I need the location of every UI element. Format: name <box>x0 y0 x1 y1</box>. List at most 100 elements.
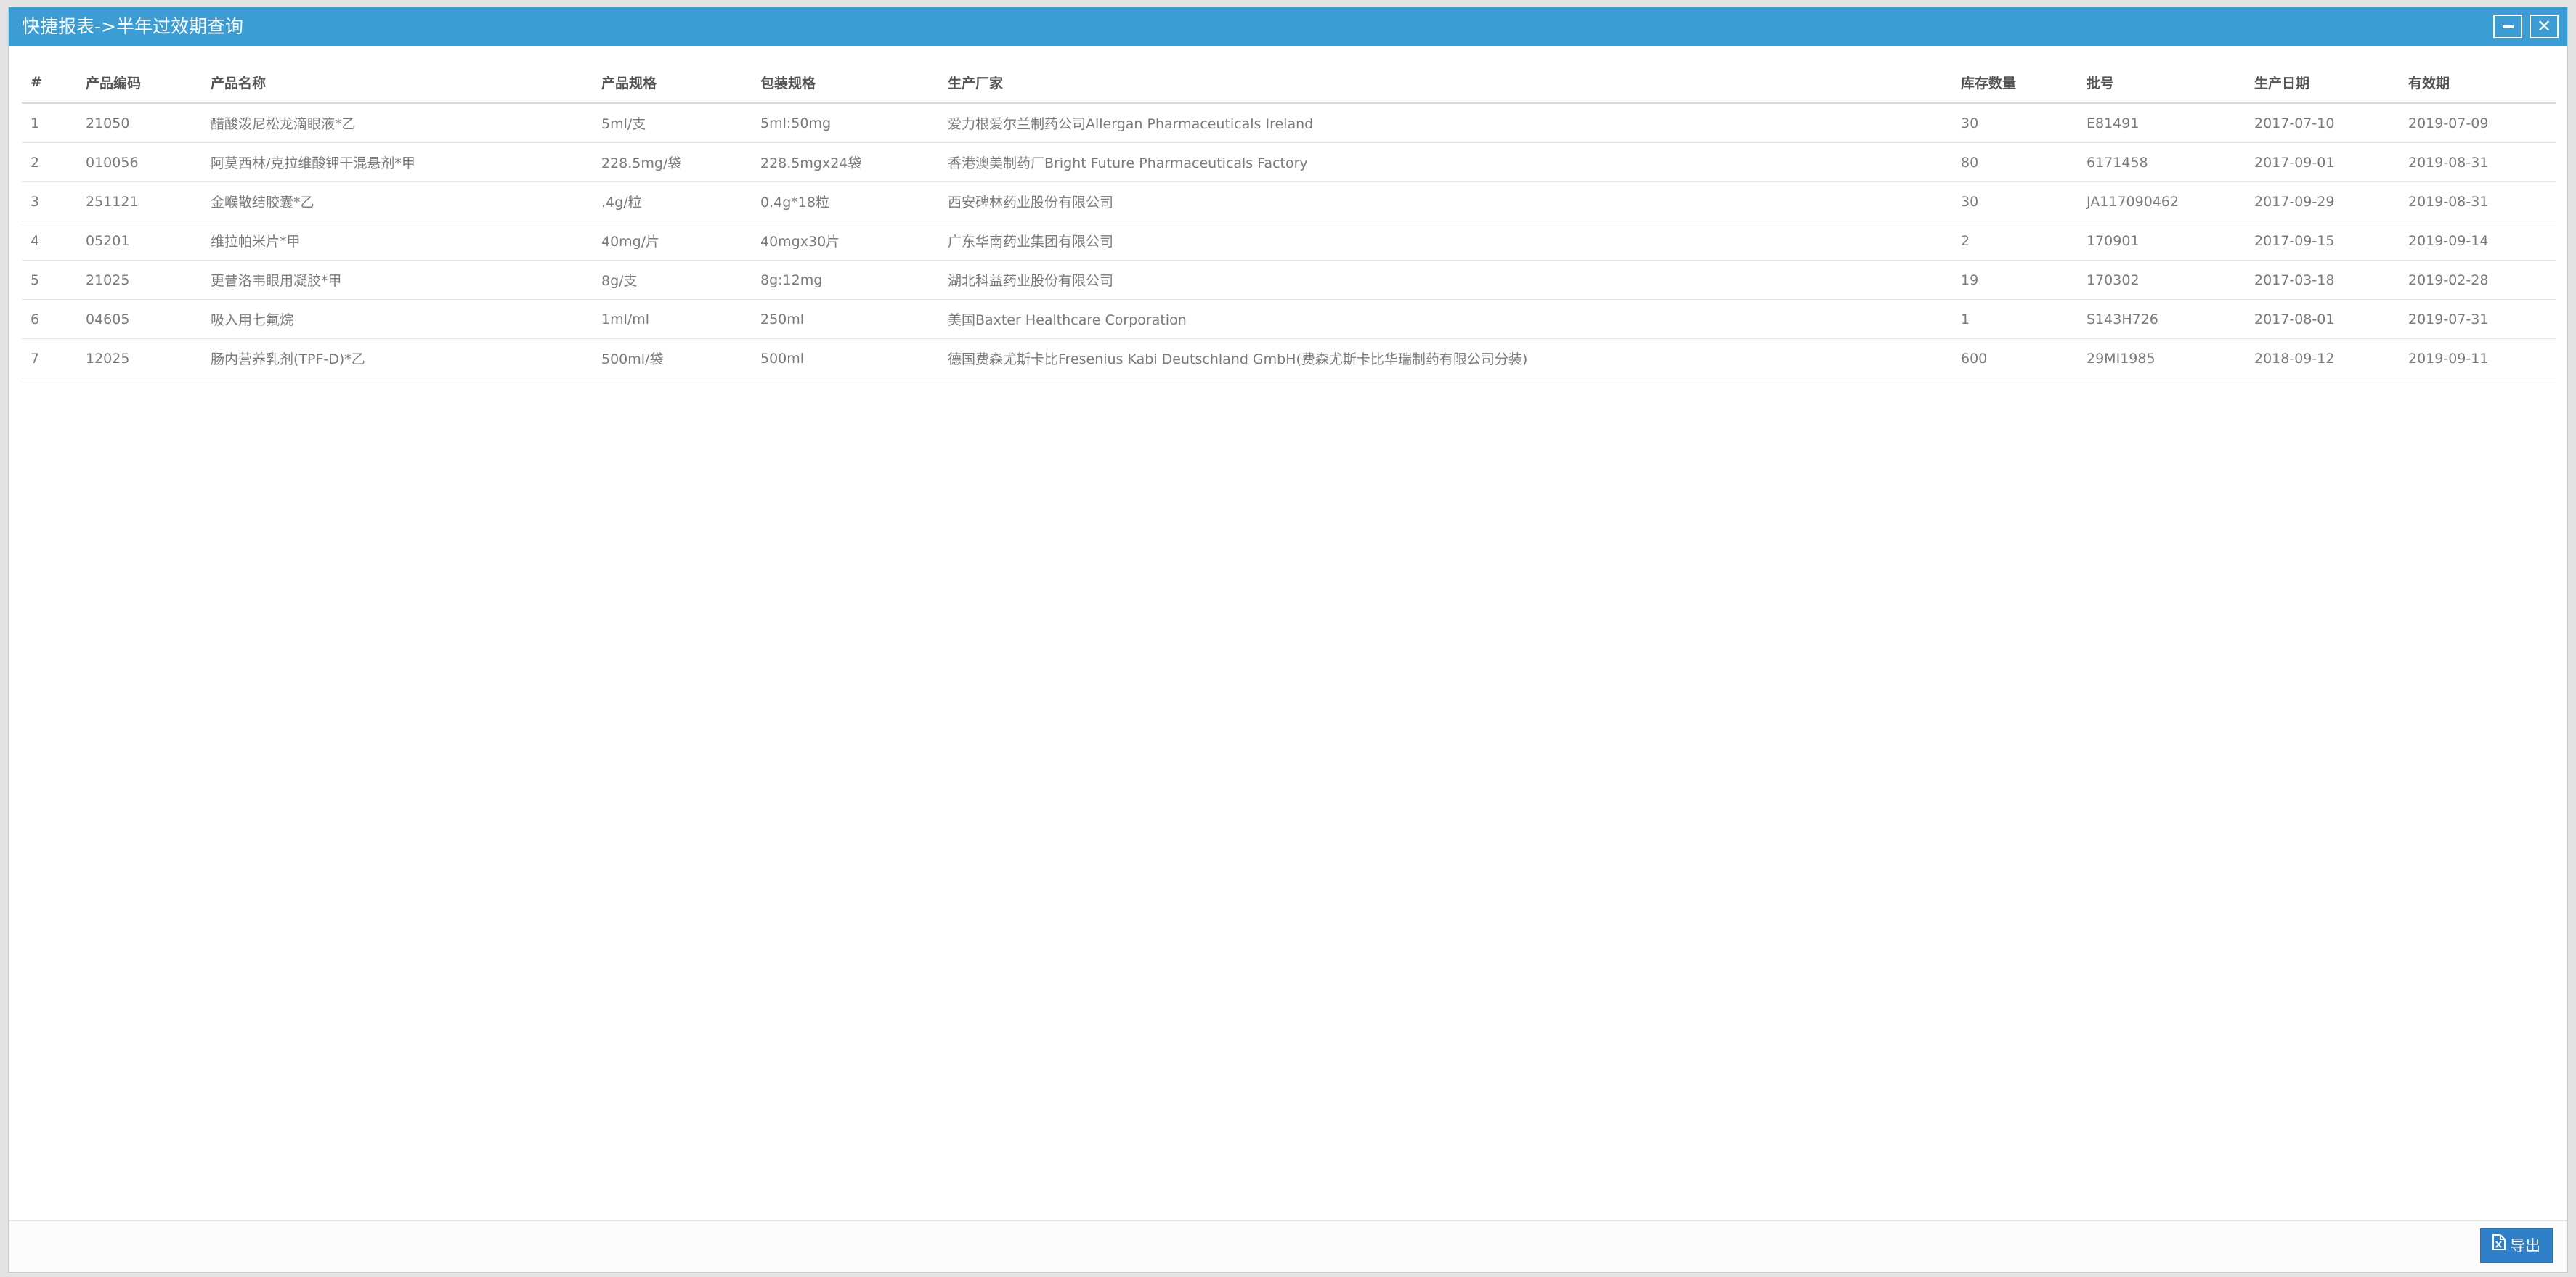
table-cell-batch-no: S143H726 <box>2078 299 2246 339</box>
table-cell-stock-qty: 80 <box>1952 142 2078 182</box>
table-cell-package-spec: 228.5mgx24袋 <box>752 142 939 182</box>
table-cell-product-name: 醋酸泼尼松龙滴眼液*乙 <box>202 102 593 143</box>
table-header-row: # 产品编码 产品名称 产品规格 包装规格 生产厂家 库存数量 批号 生产日期 有效期 <box>22 62 2556 104</box>
table-cell-expiry-date: 2019-09-14 <box>2400 221 2556 261</box>
table-cell-package-spec: 40mgx30片 <box>752 221 939 261</box>
table-cell-product-spec: 5ml/支 <box>593 102 752 143</box>
table-cell-product-code: 12025 <box>77 338 202 378</box>
table-cell-expiry-date: 2019-08-31 <box>2400 181 2556 221</box>
table-cell-expiry-date: 2019-07-31 <box>2400 299 2556 339</box>
table-cell-package-spec: 8g:12mg <box>752 260 939 300</box>
expiry-report-table: # 产品编码 产品名称 产品规格 包装规格 生产厂家 库存数量 批号 生产日期 有效期 1 2105… <box>22 62 2556 378</box>
table-cell-product-name: 更昔洛韦眼用凝胶*甲 <box>202 260 593 300</box>
column-header-product-spec[interactable]: 产品规格 <box>593 62 752 104</box>
table-cell-manufacturer: 湖北科益药业股份有限公司 <box>939 260 1952 300</box>
column-header-batch-no[interactable]: 批号 <box>2078 62 2246 104</box>
table-cell-batch-no: 170302 <box>2078 260 2246 300</box>
table-cell-product-code: 010056 <box>77 142 202 182</box>
table-cell-production-date: 2017-09-15 <box>2246 221 2400 261</box>
table-cell-product-name: 阿莫西林/克拉维酸钾干混悬剂*甲 <box>202 142 593 182</box>
table-cell-package-spec: 500ml <box>752 338 939 378</box>
table-cell-expiry-date: 2019-02-28 <box>2400 260 2556 300</box>
window-title: 快捷报表->半年过效期查询 <box>22 16 243 37</box>
table-cell-expiry-date: 2019-08-31 <box>2400 142 2556 182</box>
table-cell-index: 3 <box>22 181 77 221</box>
table-cell-index: 7 <box>22 338 77 378</box>
table-cell-product-code: 21050 <box>77 102 202 143</box>
table-cell-product-spec: 40mg/片 <box>593 221 752 261</box>
minimize-icon <box>2503 25 2514 28</box>
export-button[interactable]: 导出 <box>2480 1228 2553 1263</box>
table-cell-stock-qty: 2 <box>1952 221 2078 261</box>
table-row[interactable]: 3 251121 金喉散结胶囊*乙 .4g/粒 0.4g*18粒 西安碑林药业股份有限公司… <box>22 181 2556 221</box>
table-cell-product-name: 金喉散结胶囊*乙 <box>202 181 593 221</box>
table-cell-production-date: 2017-03-18 <box>2246 260 2400 300</box>
table-cell-production-date: 2017-09-29 <box>2246 181 2400 221</box>
table-cell-package-spec: 5ml:50mg <box>752 102 939 143</box>
column-header-expiry-date[interactable]: 有效期 <box>2400 62 2556 104</box>
table-cell-stock-qty: 30 <box>1952 102 2078 143</box>
report-content: # 产品编码 产品名称 产品规格 包装规格 生产厂家 库存数量 批号 生产日期 有效期 1 2105… <box>22 62 2556 378</box>
table-cell-stock-qty: 30 <box>1952 181 2078 221</box>
table-cell-index: 5 <box>22 260 77 300</box>
table-cell-batch-no: 6171458 <box>2078 142 2246 182</box>
table-cell-product-spec: .4g/粒 <box>593 181 752 221</box>
column-header-manufacturer[interactable]: 生产厂家 <box>939 62 1952 104</box>
table-cell-product-spec: 8g/支 <box>593 260 752 300</box>
close-button[interactable]: ✕ <box>2530 15 2559 38</box>
window-titlebar[interactable]: 快捷报表->半年过效期查询 ✕ <box>9 7 2567 46</box>
table-cell-batch-no: JA117090462 <box>2078 181 2246 221</box>
table-cell-index: 4 <box>22 221 77 261</box>
table-cell-product-spec: 1ml/ml <box>593 299 752 339</box>
table-cell-product-code: 251121 <box>77 181 202 221</box>
column-header-stock-qty[interactable]: 库存数量 <box>1952 62 2078 104</box>
table-cell-product-spec: 228.5mg/袋 <box>593 142 752 182</box>
table-cell-product-code: 04605 <box>77 299 202 339</box>
table-cell-manufacturer: 西安碑林药业股份有限公司 <box>939 181 1952 221</box>
column-header-index[interactable]: # <box>22 62 77 104</box>
table-cell-manufacturer: 美国Baxter Healthcare Corporation <box>939 299 1952 339</box>
table-cell-manufacturer: 爱力根爱尔兰制药公司Allergan Pharmaceuticals Irela… <box>939 102 1952 143</box>
table-cell-production-date: 2017-08-01 <box>2246 299 2400 339</box>
table-cell-product-name: 吸入用七氟烷 <box>202 299 593 339</box>
table-row[interactable]: 7 12025 肠内营养乳剂(TPF-D)*乙 500ml/袋 500ml 德国费森尤斯卡… <box>22 338 2556 378</box>
table-cell-batch-no: E81491 <box>2078 102 2246 143</box>
window-footer: 导出 <box>9 1220 2567 1272</box>
table-row[interactable]: 4 05201 维拉帕米片*甲 40mg/片 40mgx30片 广东华南药业集团有限公司 2… <box>22 221 2556 261</box>
table-cell-production-date: 2017-09-01 <box>2246 142 2400 182</box>
minimize-button[interactable] <box>2493 15 2522 38</box>
table-row[interactable]: 1 21050 醋酸泼尼松龙滴眼液*乙 5ml/支 5ml:50mg 爱力根爱尔兰制药公司… <box>22 102 2556 143</box>
table-cell-batch-no: 170901 <box>2078 221 2246 261</box>
table-cell-manufacturer: 香港澳美制药厂Bright Future Pharmaceuticals Fac… <box>939 142 1952 182</box>
table-cell-manufacturer: 德国费森尤斯卡比Fresenius Kabi Deutschland GmbH(… <box>939 338 1952 378</box>
table-cell-index: 6 <box>22 299 77 339</box>
table-cell-production-date: 2018-09-12 <box>2246 338 2400 378</box>
column-header-product-code[interactable]: 产品编码 <box>77 62 202 104</box>
report-window: 快捷报表->半年过效期查询 ✕ # 产品编码 产品名称 产品规格 包装规格 生产厂 <box>8 7 2568 1273</box>
table-cell-stock-qty: 600 <box>1952 338 2078 378</box>
table-cell-batch-no: 29MI1985 <box>2078 338 2246 378</box>
table-body: 1 21050 醋酸泼尼松龙滴眼液*乙 5ml/支 5ml:50mg 爱力根爱尔兰制药公司… <box>22 102 2556 378</box>
table-cell-production-date: 2017-07-10 <box>2246 102 2400 143</box>
table-cell-product-name: 维拉帕米片*甲 <box>202 221 593 261</box>
table-cell-expiry-date: 2019-09-11 <box>2400 338 2556 378</box>
table-cell-manufacturer: 广东华南药业集团有限公司 <box>939 221 1952 261</box>
table-cell-stock-qty: 19 <box>1952 260 2078 300</box>
table-cell-package-spec: 250ml <box>752 299 939 339</box>
table-cell-index: 2 <box>22 142 77 182</box>
column-header-package-spec[interactable]: 包装规格 <box>752 62 939 104</box>
table-row[interactable]: 6 04605 吸入用七氟烷 1ml/ml 250ml 美国Baxter Healthca… <box>22 299 2556 339</box>
table-cell-expiry-date: 2019-07-09 <box>2400 102 2556 143</box>
close-icon: ✕ <box>2536 16 2552 36</box>
table-cell-index: 1 <box>22 102 77 143</box>
file-excel-icon <box>2492 1228 2506 1262</box>
table-row[interactable]: 2 010056 阿莫西林/克拉维酸钾干混悬剂*甲 228.5mg/袋 228.5mgx… <box>22 142 2556 182</box>
column-header-product-name[interactable]: 产品名称 <box>202 62 593 104</box>
table-row[interactable]: 5 21025 更昔洛韦眼用凝胶*甲 8g/支 8g:12mg 湖北科益药业股份有限公司 1… <box>22 260 2556 300</box>
export-button-label: 导出 <box>2510 1237 2540 1254</box>
table-cell-stock-qty: 1 <box>1952 299 2078 339</box>
column-header-production-date[interactable]: 生产日期 <box>2246 62 2400 104</box>
table-cell-product-code: 21025 <box>77 260 202 300</box>
table-cell-product-code: 05201 <box>77 221 202 261</box>
table-cell-package-spec: 0.4g*18粒 <box>752 181 939 221</box>
